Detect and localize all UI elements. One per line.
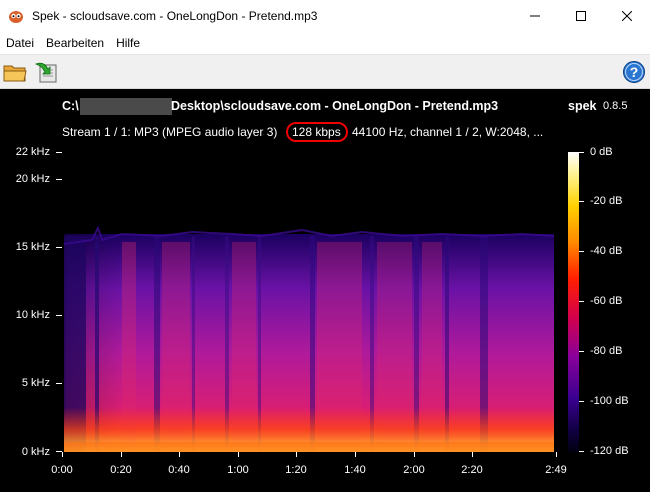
y-label-0khz: 0 kHz [21, 446, 50, 458]
save-icon[interactable] [34, 60, 58, 84]
minimize-button[interactable] [512, 0, 558, 32]
y-label-5khz: 5 kHz [21, 377, 50, 389]
spek-app-icon [9, 11, 23, 23]
title-bar: Spek - scloudsave.com - OneLongDon - Pre… [0, 0, 650, 32]
x-tick [238, 452, 239, 457]
x-label-0-00: 0:00 [51, 464, 73, 476]
db-label-minus40: -40 dB [590, 245, 623, 257]
db-label-minus80: -80 dB [590, 345, 623, 357]
x-tick [62, 452, 63, 457]
spectrogram-plot [62, 152, 557, 452]
db-tick [579, 152, 584, 153]
app-version: 0.8.5 [603, 100, 628, 112]
bitrate-highlight-circle [286, 122, 348, 142]
x-tick [472, 452, 473, 457]
db-tick [579, 351, 584, 352]
x-tick [296, 452, 297, 457]
x-tick [556, 452, 557, 457]
help-icon[interactable]: ? [622, 60, 646, 84]
x-label-1-40: 1:40 [344, 464, 366, 476]
db-label-minus120: -120 dB [590, 445, 629, 457]
maximize-icon [576, 11, 586, 21]
stream-info: Stream 1 / 1: MP3 (MPEG audio layer 3) [62, 125, 278, 139]
maximize-button[interactable] [558, 0, 604, 32]
db-tick [579, 451, 584, 452]
x-tick [179, 452, 180, 457]
db-label-minus100: -100 dB [590, 395, 629, 407]
x-label-2-00: 2:00 [403, 464, 425, 476]
db-tick [579, 201, 584, 202]
stream-details: 44100 Hz, channel 1 / 2, W:2048, ... [352, 125, 544, 139]
redacted-path-segment [80, 98, 172, 115]
db-label-minus20: -20 dB [590, 195, 623, 207]
y-label-10khz: 10 kHz [15, 309, 50, 321]
menu-datei[interactable]: Datei [0, 36, 40, 50]
db-tick [579, 401, 584, 402]
open-file-icon[interactable] [3, 60, 27, 84]
y-label-22khz: 22 kHz [15, 146, 50, 158]
toolbar: ? [0, 55, 650, 89]
x-label-1-20: 1:20 [285, 464, 307, 476]
menu-hilfe[interactable]: Hilfe [110, 36, 146, 50]
menu-bar: Datei Bearbeiten Hilfe [0, 32, 650, 55]
svg-text:?: ? [630, 64, 639, 80]
x-label-1-00: 1:00 [227, 464, 249, 476]
x-label-0-40: 0:40 [168, 464, 190, 476]
y-label-20khz: 20 kHz [15, 173, 50, 185]
x-tick [414, 452, 415, 457]
menu-bearbeiten[interactable]: Bearbeiten [40, 36, 110, 50]
db-color-scale [568, 152, 579, 452]
app-name: spek [568, 99, 597, 113]
close-button[interactable] [604, 0, 650, 32]
db-label-0: 0 dB [590, 146, 613, 158]
x-tick [355, 452, 356, 457]
file-path-prefix: C:\ [62, 99, 79, 113]
y-label-15khz: 15 kHz [15, 241, 50, 253]
x-label-2-49: 2:49 [545, 464, 567, 476]
x-tick [121, 452, 122, 457]
spek-window: Spek - scloudsave.com - OneLongDon - Pre… [0, 0, 650, 492]
window-title: Spek - scloudsave.com - OneLongDon - Pre… [32, 9, 318, 23]
window-controls [512, 0, 650, 32]
db-tick [579, 251, 584, 252]
db-label-minus60: -60 dB [590, 295, 623, 307]
x-label-0-20: 0:20 [110, 464, 132, 476]
close-icon [622, 11, 632, 21]
minimize-icon [530, 15, 540, 17]
db-tick [579, 301, 584, 302]
file-path: Desktop\scloudsave.com - OneLongDon - Pr… [171, 99, 499, 113]
x-label-2-20: 2:20 [461, 464, 483, 476]
